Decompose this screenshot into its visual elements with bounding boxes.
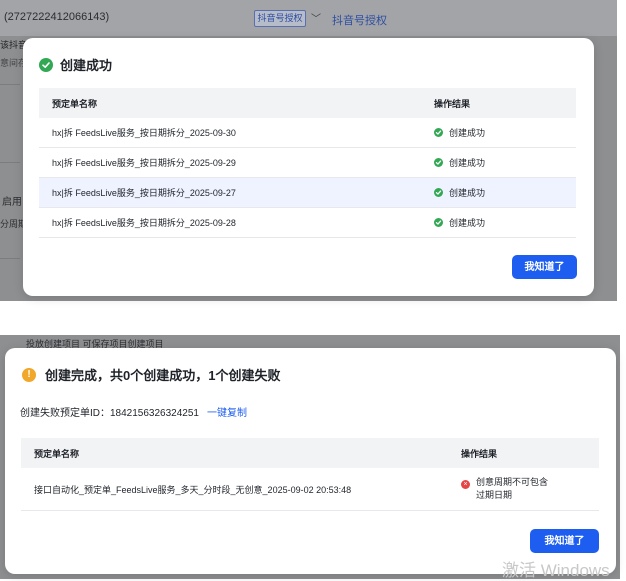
table-row: hx|拆 FeedsLive服务_按日期拆分_2025-09-27 创建成功 (39, 178, 576, 208)
divider (0, 84, 20, 85)
result-cell: × 创意周期不可包含过期日期 (461, 476, 599, 502)
check-circle-icon (434, 128, 443, 137)
result-text: 创建成功 (449, 158, 486, 168)
table-header: 预定单名称 操作结果 (21, 438, 599, 468)
order-name: hx|拆 FeedsLive服务_按日期拆分_2025-09-27 (52, 188, 236, 198)
dialog-header: 创建成功 (39, 55, 112, 74)
failed-id-label: 创建失败预定单ID： (20, 408, 110, 419)
dialog-title: 创建成功 (60, 58, 113, 73)
check-circle-icon (434, 158, 443, 167)
result-text: 创意周期不可包含过期日期 (476, 477, 549, 500)
warning-circle-icon: ! (22, 367, 36, 382)
failed-id-value: 1842156326324251 (110, 408, 199, 419)
failed-id-row: 创建失败预定单ID：1842156326324251 一键复制 (20, 404, 247, 419)
column-header-name: 预定单名称 (52, 98, 98, 109)
check-circle-icon (39, 57, 53, 72)
check-circle-icon (434, 218, 443, 227)
order-name: hx|拆 FeedsLive服务_按日期拆分_2025-09-30 (52, 128, 236, 138)
result-cell: 创建成功 (434, 216, 576, 229)
table-row: hx|拆 FeedsLive服务_按日期拆分_2025-09-30 创建成功 (39, 118, 576, 148)
result-table: 预定单名称 操作结果 接口自动化_预定单_FeedsLive服务_多天_分时段_… (21, 438, 599, 511)
column-header-result: 操作结果 (434, 98, 471, 109)
chevron-down-icon[interactable]: ﹀ (311, 10, 321, 25)
confirm-button[interactable]: 我知道了 (530, 529, 599, 553)
result-cell: 创建成功 (434, 126, 576, 139)
os-watermark: 激活 Windows (502, 561, 610, 580)
table-header: 预定单名称 操作结果 (39, 88, 576, 118)
partial-failure-dialog: ! 创建完成，共0个创建成功，1个创建失败 创建失败预定单ID：18421563… (5, 348, 616, 574)
background-side-text: 启用 (2, 197, 22, 208)
order-name: hx|拆 FeedsLive服务_按日期拆分_2025-09-29 (52, 158, 236, 168)
auth-link[interactable]: 抖音号授权 (332, 12, 387, 28)
table-row: hx|拆 FeedsLive服务_按日期拆分_2025-09-28 创建成功 (39, 208, 576, 238)
column-header-name: 预定单名称 (34, 448, 80, 459)
success-dialog: 创建成功 预定单名称 操作结果 hx|拆 FeedsLive服务_按日期拆分_2… (23, 38, 594, 296)
result-table: 预定单名称 操作结果 hx|拆 FeedsLive服务_按日期拆分_2025-0… (39, 88, 576, 238)
result-cell: 创建成功 (434, 156, 576, 169)
table-row: 接口自动化_预定单_FeedsLive服务_多天_分时段_无创意_2025-09… (21, 468, 599, 511)
account-id-text: (2727222412066143) (4, 11, 110, 23)
column-header-result: 操作结果 (461, 448, 498, 459)
confirm-button[interactable]: 我知道了 (512, 255, 577, 279)
dialog-title: 创建完成，共0个创建成功，1个创建失败 (45, 368, 281, 383)
dialog-header: ! 创建完成，共0个创建成功，1个创建失败 (22, 365, 280, 384)
divider (0, 258, 20, 259)
order-name: hx|拆 FeedsLive服务_按日期拆分_2025-09-28 (52, 218, 236, 228)
error-circle-icon: × (461, 480, 470, 489)
result-text: 创建成功 (449, 188, 486, 198)
divider (0, 162, 20, 163)
order-name: 接口自动化_预定单_FeedsLive服务_多天_分时段_无创意_2025-09… (34, 484, 352, 495)
table-row: hx|拆 FeedsLive服务_按日期拆分_2025-09-29 创建成功 (39, 148, 576, 178)
auth-chip[interactable]: 抖音号授权 (254, 10, 306, 27)
result-text: 创建成功 (449, 128, 486, 138)
result-text: 创建成功 (449, 218, 486, 228)
result-cell: 创建成功 (434, 186, 576, 199)
copy-link[interactable]: 一键复制 (207, 408, 247, 419)
check-circle-icon (434, 188, 443, 197)
